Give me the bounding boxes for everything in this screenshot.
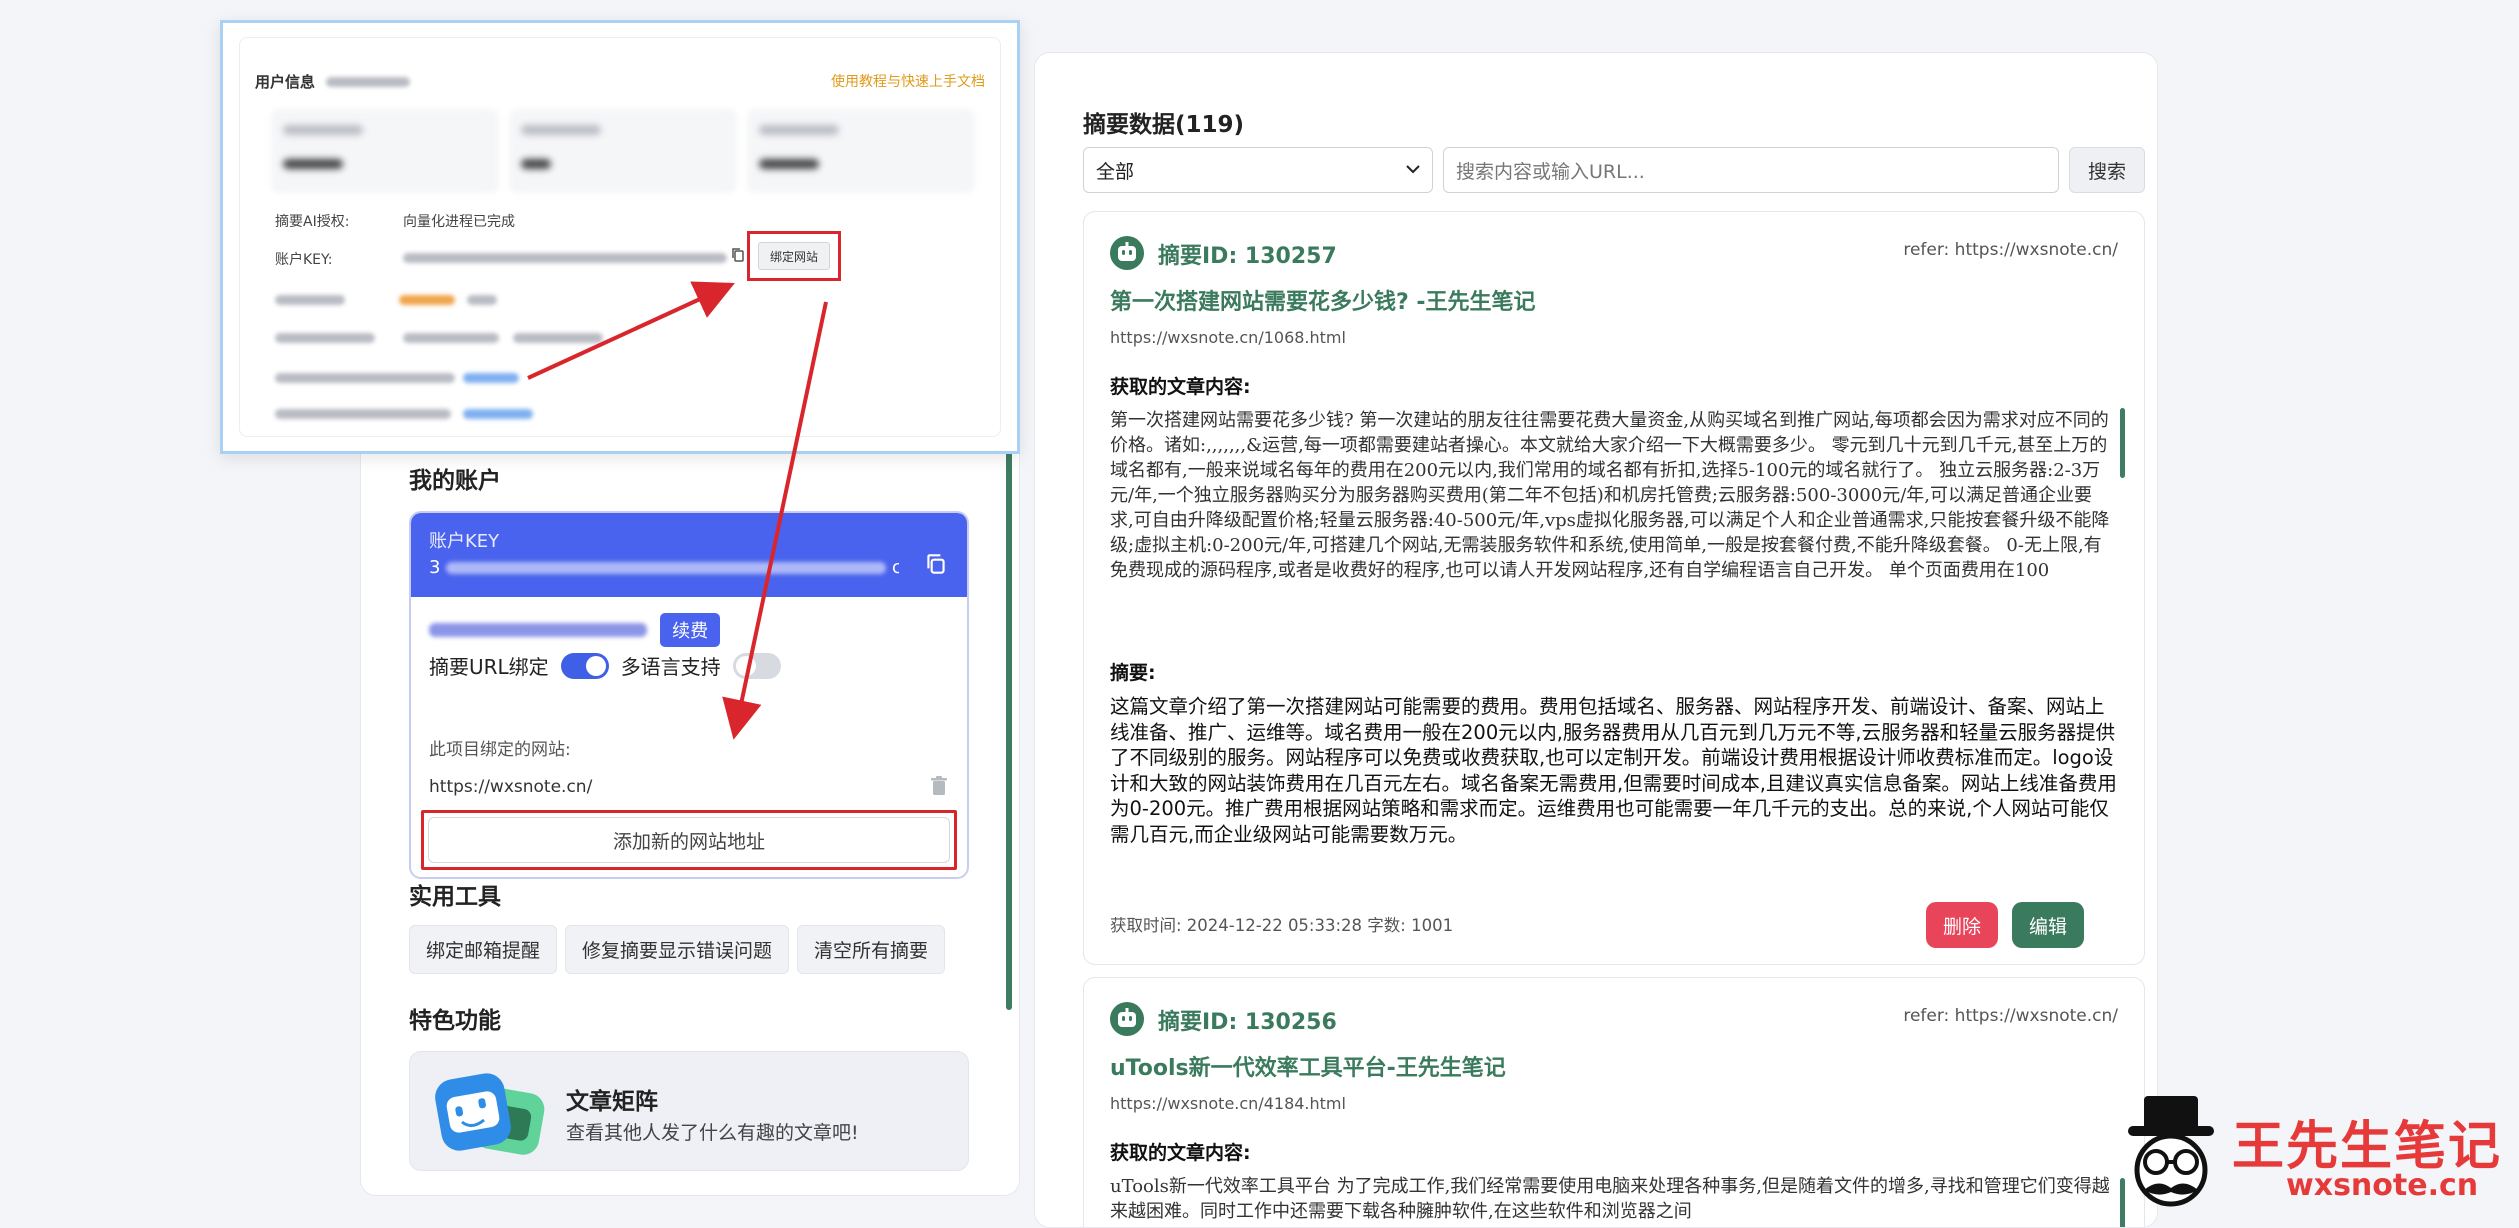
bind-site-button[interactable]: 绑定网站 — [758, 242, 830, 270]
summary-id: 摘要ID: 130257 — [1158, 244, 1337, 269]
chevron-down-icon — [1406, 165, 1420, 174]
trash-icon[interactable] — [929, 775, 949, 797]
user-info-label: 用户信息 — [255, 71, 411, 92]
stat-box — [271, 109, 499, 193]
robot-icon — [1110, 236, 1144, 270]
add-site-highlight: 添加新的网站地址 — [421, 810, 957, 870]
summary-panel: 摘要数据(119) 全部 搜索内容或输入URL... 搜索 摘要ID: 1302… — [1034, 52, 2158, 1228]
stat-box — [509, 109, 737, 193]
summary-id: 摘要ID: 130256 — [1158, 1010, 1337, 1035]
features-section-title: 特色功能 — [409, 1008, 501, 1034]
stat-box — [747, 109, 975, 193]
article-content: uTools新一代效率工具平台 为了完成工作,我们经常需要使用电脑来处理各种事务… — [1110, 1176, 2110, 1222]
robot-mascot-icon — [435, 1073, 545, 1155]
redacted-expiry — [429, 623, 647, 637]
account-key-row-label: 账户KEY: — [275, 252, 333, 268]
summary-card: 摘要ID: 130256 refer: https://wxsnote.cn/ … — [1083, 977, 2145, 1227]
summary-label: 摘要: — [1110, 662, 1156, 684]
left-scrollbar[interactable] — [1006, 440, 1012, 1010]
content-scrollbar[interactable] — [2120, 408, 2125, 478]
summary-card: 摘要ID: 130257 refer: https://wxsnote.cn/ … — [1083, 211, 2145, 965]
watermark: 王先生笔记 wxsnote.cn — [2116, 1090, 2516, 1226]
fetch-meta: 获取时间: 2024-12-22 05:33:28 字数: 1001 — [1110, 916, 1454, 935]
article-matrix-card[interactable]: 文章矩阵 查看其他人发了什么有趣的文章吧! — [409, 1051, 969, 1171]
content-label: 获取的文章内容: — [1110, 376, 1251, 398]
article-url[interactable]: https://wxsnote.cn/4184.html — [1110, 1094, 1346, 1113]
feature-description: 查看其他人发了什么有趣的文章吧! — [566, 1122, 859, 1144]
search-input[interactable]: 搜索内容或输入URL... — [1443, 147, 2059, 193]
account-key-header: 账户KEY 3 c — [411, 513, 967, 597]
expiry-row: 续费 — [429, 613, 721, 647]
add-site-button[interactable]: 添加新的网站地址 — [428, 817, 950, 863]
article-title[interactable]: 第一次搭建网站需要花多少钱? -王先生笔记 — [1110, 284, 1536, 316]
account-section-title: 我的账户 — [409, 468, 501, 494]
renew-button[interactable]: 续费 — [660, 613, 721, 647]
account-card: 账户KEY 3 c 续费 摘要URL绑定 多语言支持 此项目绑定的网站: htt… — [409, 511, 969, 879]
url-bind-toggle-label: 摘要URL绑定 — [429, 655, 549, 679]
summary-text: 这篇文章介绍了第一次搭建网站可能需要的费用。费用包括域名、服务器、网站程序开发、… — [1110, 695, 2117, 846]
redacted-key — [446, 562, 887, 574]
account-key-value: 3 c — [429, 557, 899, 581]
article-title[interactable]: uTools新一代效率工具平台-王先生笔记 — [1110, 1050, 1506, 1082]
feature-title: 文章矩阵 — [566, 1089, 658, 1115]
toggle-row: 摘要URL绑定 多语言支持 — [429, 651, 781, 680]
tools-row: 绑定邮箱提醒 修复摘要显示错误问题 清空所有摘要 — [409, 925, 946, 974]
refer-url: refer: https://wxsnote.cn/ — [1903, 240, 2118, 260]
robot-icon — [1110, 1002, 1144, 1036]
bind-email-button[interactable]: 绑定邮箱提醒 — [409, 925, 558, 974]
gentleman-mascot-icon — [2128, 1096, 2214, 1207]
ai-auth-value: 向量化进程已完成 — [403, 214, 515, 230]
article-url[interactable]: https://wxsnote.cn/1068.html — [1110, 328, 1346, 347]
edit-button[interactable]: 编辑 — [2012, 902, 2084, 948]
tools-section-title: 实用工具 — [409, 884, 501, 910]
copy-icon[interactable] — [731, 247, 745, 263]
ai-auth-label: 摘要AI授权: — [275, 214, 350, 230]
summary-title: 摘要数据(119) — [1083, 112, 1245, 138]
account-key-label: 账户KEY — [429, 531, 500, 552]
user-info-popup: 用户信息 使用教程与快速上手文档 摘要AI授权: 向量化进程已完成 账户KEY:… — [220, 20, 1020, 454]
multilang-toggle-label: 多语言支持 — [620, 655, 721, 679]
redacted-username — [326, 77, 411, 87]
article-content: 第一次搭建网站需要花多少钱? 第一次建站的朋友往往需要花费大量资金,从购买域名到… — [1110, 410, 2110, 581]
guide-link[interactable]: 使用教程与快速上手文档 — [831, 71, 985, 91]
bound-site-url: https://wxsnote.cn/ — [429, 777, 593, 797]
delete-button[interactable]: 删除 — [1926, 902, 1998, 948]
filter-select[interactable]: 全部 — [1083, 147, 1433, 193]
refer-url: refer: https://wxsnote.cn/ — [1903, 1006, 2118, 1026]
multilang-toggle[interactable] — [732, 652, 781, 679]
fix-summary-button[interactable]: 修复摘要显示错误问题 — [565, 925, 790, 974]
content-label: 获取的文章内容: — [1110, 1142, 1251, 1164]
search-button[interactable]: 搜索 — [2069, 147, 2145, 193]
bind-site-highlight: 绑定网站 — [747, 231, 841, 281]
copy-icon[interactable] — [923, 551, 949, 577]
bound-sites-label: 此项目绑定的网站: — [429, 740, 571, 760]
redacted-key — [403, 253, 727, 263]
url-bind-toggle[interactable] — [560, 652, 609, 679]
watermark-url: wxsnote.cn — [2286, 1168, 2479, 1203]
clear-summaries-button[interactable]: 清空所有摘要 — [797, 925, 946, 974]
